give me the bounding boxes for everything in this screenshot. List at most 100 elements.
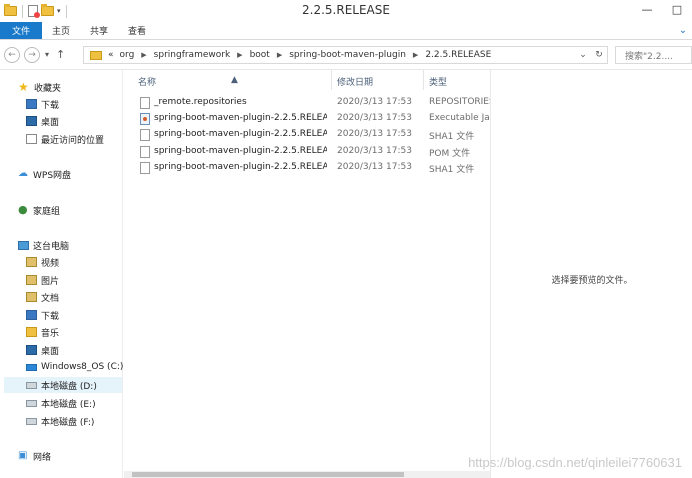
file-type: SHA1 文件 — [429, 165, 475, 175]
file-row[interactable]: spring-boot-maven-plugin-2.2.5.RELEASE.p… — [124, 160, 490, 176]
file-icon — [140, 129, 150, 141]
breadcrumb-item-release[interactable]: 2.2.5.RELEASE — [425, 50, 491, 60]
sidebar-item-label: 最近访问的位置 — [41, 135, 105, 146]
documents-folder-icon — [26, 292, 37, 302]
breadcrumb-item-plugin[interactable]: spring-boot-maven-plugin — [289, 50, 406, 60]
column-divider[interactable] — [331, 70, 332, 90]
folder-icon — [90, 50, 102, 60]
file-date: 2020/3/13 17:53 — [337, 129, 412, 139]
recent-places-icon — [26, 134, 37, 144]
ribbon-tabs: 文件 主页 共享 查看 ⌄ — [0, 22, 692, 40]
file-name: spring-boot-maven-plugin-2.2.5.RELEASE.p… — [154, 162, 327, 172]
navigation-pane: ★ 收藏夹 下载 桌面 最近访问的位置 ☁ WPS网盘 ● 家庭组 这台电脑 视… — [0, 70, 123, 478]
computer-icon — [18, 240, 29, 250]
cloud-icon: ☁ — [18, 168, 28, 179]
sidebar-item-desktop[interactable]: 桌面 — [26, 113, 59, 129]
sidebar-item-pc-desktop[interactable]: 桌面 — [26, 342, 59, 358]
file-date: 2020/3/13 17:53 — [337, 162, 412, 172]
window-title: 2.2.5.RELEASE — [302, 3, 390, 17]
sidebar-item-label: 音乐 — [41, 328, 60, 339]
tab-view[interactable]: 查看 — [118, 22, 156, 39]
forward-button[interactable]: → — [24, 46, 40, 63]
column-header-type[interactable]: 类型 — [429, 75, 447, 88]
sidebar-item-label: 桌面 — [41, 117, 60, 128]
chevron-right-icon[interactable]: ▶ — [237, 51, 242, 59]
chevron-right-icon[interactable]: ▶ — [413, 51, 418, 59]
sidebar-item-label: 这台电脑 — [33, 241, 70, 252]
sidebar-item-wps[interactable]: ☁ WPS网盘 — [18, 166, 71, 182]
jar-file-icon — [140, 113, 150, 125]
hard-drive-icon — [26, 381, 37, 389]
sidebar-item-drive-d[interactable]: 本地磁盘 (D:) — [4, 377, 122, 393]
sidebar-item-documents[interactable]: 文档 — [26, 289, 59, 305]
minimize-icon[interactable]: — — [632, 0, 662, 18]
sidebar-item-label: 文档 — [41, 293, 60, 304]
window-controls: — □ — [632, 0, 692, 18]
file-icon — [140, 146, 150, 158]
up-button[interactable]: ↑ — [56, 48, 65, 61]
sidebar-item-label: 本地磁盘 (F:) — [41, 417, 95, 428]
file-row[interactable]: _remote.repositories 2020/3/13 17:53 REP… — [124, 95, 490, 111]
sidebar-item-label: 下载 — [41, 100, 60, 111]
search-input[interactable]: 搜索"2.2.... — [615, 46, 692, 64]
tab-home[interactable]: 主页 — [42, 22, 80, 39]
file-date: 2020/3/13 17:53 — [337, 113, 412, 123]
breadcrumb-item-springframework[interactable]: springframework — [154, 50, 231, 60]
column-header-date[interactable]: 修改日期 — [337, 75, 373, 88]
sidebar-item-music[interactable]: 音乐 — [26, 324, 59, 340]
scrollbar-thumb[interactable] — [132, 472, 404, 477]
back-button[interactable]: ← — [4, 46, 20, 63]
sidebar-item-homegroup[interactable]: ● 家庭组 — [18, 202, 60, 218]
preview-pane: 选择要预览的文件。 — [490, 70, 692, 478]
breadcrumb-item-org[interactable]: org — [120, 50, 135, 60]
tab-share[interactable]: 共享 — [80, 22, 118, 39]
sidebar-item-pictures[interactable]: 图片 — [26, 272, 59, 288]
navigation-bar: ← → ▾ ↑ « org ▶ springframework ▶ boot ▶… — [0, 40, 692, 70]
sidebar-item-label: WPS网盘 — [33, 170, 72, 181]
sidebar-item-drive-c[interactable]: Windows8_OS (C:) — [26, 359, 123, 375]
chevron-right-icon[interactable]: ▶ — [141, 51, 146, 59]
column-header-name[interactable]: 名称 — [138, 75, 156, 88]
sidebar-item-drive-f[interactable]: 本地磁盘 (F:) — [26, 413, 94, 429]
sidebar-item-label: 本地磁盘 (E:) — [41, 399, 96, 410]
file-type: REPOSITORIES — [429, 97, 490, 107]
sidebar-item-recent-places[interactable]: 最近访问的位置 — [26, 131, 104, 147]
music-folder-icon — [26, 327, 37, 337]
star-icon: ★ — [18, 80, 29, 94]
sidebar-item-label: 图片 — [41, 276, 60, 287]
file-row[interactable]: spring-boot-maven-plugin-2.2.5.RELEASE.j… — [124, 111, 490, 127]
file-list: ▲ 名称 修改日期 类型 _remote.repositories 2020/3… — [124, 70, 490, 478]
sidebar-item-favorites[interactable]: ★ 收藏夹 — [18, 79, 61, 95]
sidebar-item-label: 视频 — [41, 258, 60, 269]
tab-file[interactable]: 文件 — [0, 22, 42, 39]
address-dropdown-icon[interactable]: ⌄ — [575, 50, 591, 60]
breadcrumb-item-boot[interactable]: boot — [250, 50, 270, 60]
sidebar-item-label: 网络 — [33, 452, 52, 463]
preview-message: 选择要预览的文件。 — [551, 276, 633, 286]
sidebar-item-label: 桌面 — [41, 346, 60, 357]
sidebar-item-this-pc[interactable]: 这台电脑 — [18, 237, 69, 253]
sidebar-item-pc-downloads[interactable]: 下载 — [26, 307, 59, 323]
sidebar-item-label: 下载 — [41, 311, 60, 322]
file-row[interactable]: spring-boot-maven-plugin-2.2.5.RELEASE.p… — [124, 144, 490, 160]
horizontal-scrollbar[interactable] — [124, 471, 490, 478]
recent-locations-chevron-icon[interactable]: ▾ — [45, 50, 49, 59]
desktop-icon — [26, 345, 37, 355]
refresh-icon[interactable]: ↻ — [591, 50, 607, 60]
sidebar-item-downloads[interactable]: 下载 — [26, 96, 59, 112]
expand-ribbon-icon[interactable]: ⌄ — [674, 22, 692, 39]
address-bar[interactable]: « org ▶ springframework ▶ boot ▶ spring-… — [83, 46, 608, 64]
sidebar-item-label: 本地磁盘 (D:) — [41, 381, 97, 392]
download-folder-icon — [26, 310, 37, 320]
maximize-icon[interactable]: □ — [662, 0, 692, 18]
sidebar-item-drive-e[interactable]: 本地磁盘 (E:) — [26, 395, 96, 411]
column-divider[interactable] — [423, 70, 424, 90]
breadcrumb: « org ▶ springframework ▶ boot ▶ spring-… — [108, 50, 491, 60]
sidebar-item-network[interactable]: ▣ 网络 — [18, 448, 51, 464]
sidebar-item-videos[interactable]: 视频 — [26, 254, 59, 270]
chevron-right-icon[interactable]: ▶ — [277, 51, 282, 59]
hard-drive-icon — [26, 417, 37, 425]
overflow-chevron-icon[interactable]: « — [108, 50, 114, 60]
file-row[interactable]: spring-boot-maven-plugin-2.2.5.RELEASE.j… — [124, 127, 490, 143]
file-type: SHA1 文件 — [429, 132, 475, 142]
